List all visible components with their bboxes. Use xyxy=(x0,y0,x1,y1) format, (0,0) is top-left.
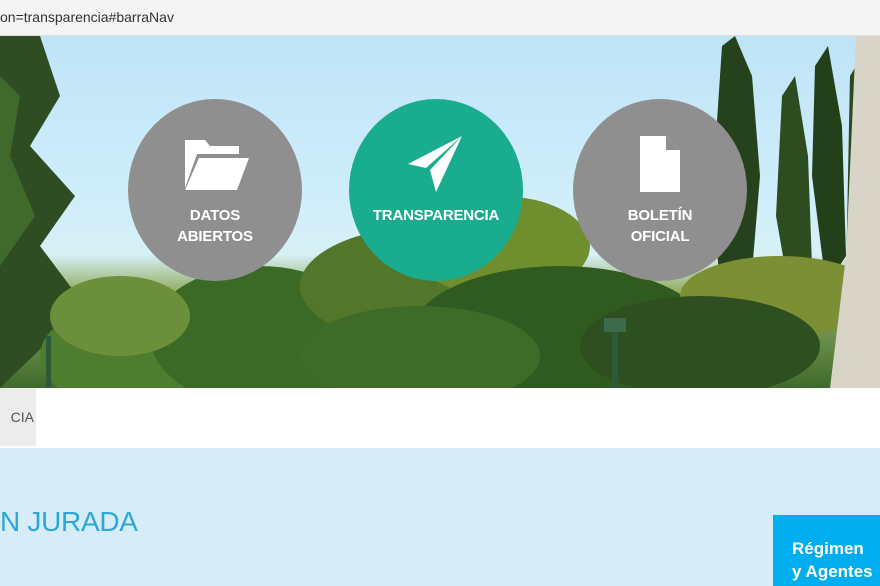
transparencia-button[interactable]: TRANSPARENCIA xyxy=(349,99,523,281)
folder-icon xyxy=(179,133,251,195)
url-text[interactable]: on=transparencia#barraNav xyxy=(0,9,174,25)
content-area: N JURADA Régimen y Agentes xyxy=(0,448,880,586)
boletin-oficial-label: BOLETÍN OFICIAL xyxy=(627,207,693,245)
address-bar[interactable]: on=transparencia#barraNav xyxy=(0,0,880,36)
datos-abiertos-label: DATOS ABIERTOS xyxy=(177,207,253,245)
nav-bar: CIA xyxy=(0,388,880,448)
nav-tab-transparencia[interactable]: CIA xyxy=(0,388,36,446)
boletin-oficial-button[interactable]: BOLETÍN OFICIAL xyxy=(573,99,747,281)
regimen-card-line2: y Agentes xyxy=(792,562,873,581)
transparencia-label: TRANSPARENCIA xyxy=(372,207,500,224)
section-title: N JURADA xyxy=(0,506,138,537)
regimen-card-line1: Régimen xyxy=(792,539,864,558)
document-icon xyxy=(638,133,682,195)
datos-abiertos-button[interactable]: DATOS ABIERTOS xyxy=(128,99,302,281)
hero-banner: DATOS ABIERTOS TRANSPARENCIA BOLETÍN OFI… xyxy=(0,36,880,388)
regimen-card[interactable]: Régimen y Agentes xyxy=(773,515,880,586)
paper-plane-icon xyxy=(406,133,466,195)
